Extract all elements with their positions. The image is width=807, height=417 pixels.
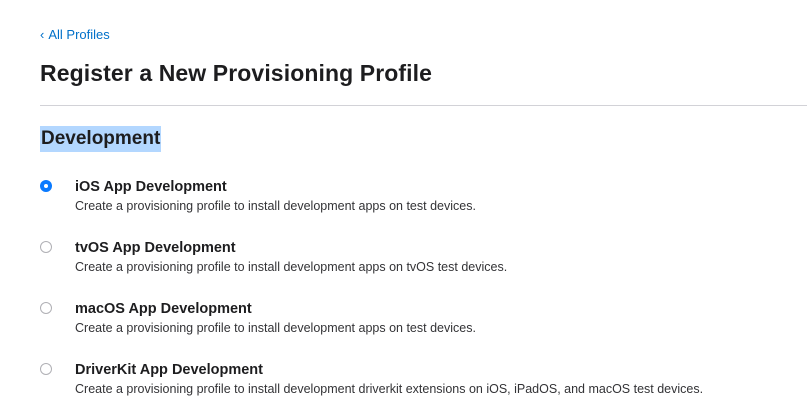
option-description: Create a provisioning profile to install… [75,382,704,396]
option-macos-app-development[interactable]: macOS App Development Create a provision… [40,300,800,340]
page-title: Register a New Provisioning Profile [40,60,433,86]
option-description: Create a provisioning profile to install… [75,199,476,213]
option-driverkit-app-development[interactable]: DriverKit App Development Create a provi… [40,361,800,401]
option-title: macOS App Development [75,301,252,317]
option-ios-app-development[interactable]: iOS App Development Create a provisionin… [40,178,800,218]
header-divider [40,105,807,106]
option-description: Create a provisioning profile to install… [75,260,508,274]
option-title: DriverKit App Development [75,362,263,378]
section-heading-development: Development [40,126,162,152]
option-title: iOS App Development [75,179,227,195]
radio-tvos-app-development[interactable] [40,241,52,253]
option-title: tvOS App Development [75,240,236,256]
all-profiles-back-link[interactable]: ‹ All Profiles [40,27,110,43]
radio-macos-app-development[interactable] [40,302,52,314]
option-description: Create a provisioning profile to install… [75,321,476,335]
radio-driverkit-app-development[interactable] [40,363,52,375]
back-link-label: All Profiles [48,27,110,42]
chevron-left-icon: ‹ [40,27,45,42]
option-tvos-app-development[interactable]: tvOS App Development Create a provisioni… [40,239,800,279]
radio-ios-app-development[interactable] [40,180,52,192]
